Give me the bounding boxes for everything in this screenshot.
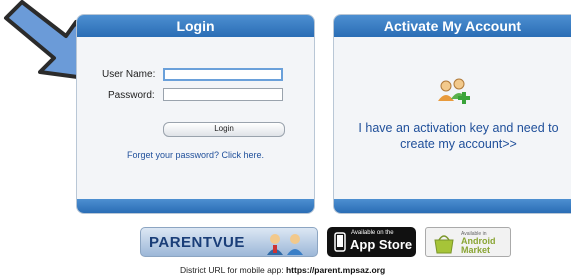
activate-account-link[interactable]: I have an activation key and need to cre…: [340, 120, 571, 152]
phone-icon: [334, 232, 346, 252]
parentvue-logo-text: PARENTVUE: [149, 234, 245, 251]
market-text: Market: [461, 245, 491, 255]
parentvue-badge[interactable]: PARENTVUE: [140, 227, 318, 257]
users-add-icon[interactable]: [437, 77, 471, 107]
parent-student-icon: [267, 234, 303, 255]
login-panel-footer: [77, 199, 314, 213]
username-label: User Name:: [102, 69, 156, 80]
login-panel: Login User Name: Password: Login Forget …: [76, 14, 315, 214]
app-badges: PARENTVUE Available on the App Store Ava…: [140, 227, 516, 259]
app-store-text: App Store: [350, 237, 413, 252]
app-store-badge[interactable]: Available on the App Store: [327, 227, 416, 257]
username-input[interactable]: [163, 68, 283, 81]
activate-panel-footer: [334, 199, 571, 213]
password-input[interactable]: [163, 88, 283, 101]
activate-panel-title: Activate My Account: [334, 15, 571, 37]
password-label: Password:: [108, 90, 155, 101]
android-market-text: Android Market: [461, 237, 496, 255]
app-store-small-text: Available on the: [351, 230, 394, 236]
login-panel-title: Login: [77, 15, 314, 37]
district-url: District URL for mobile app: https://par…: [180, 265, 385, 275]
district-url-value: https://parent.mpsaz.org: [285, 265, 386, 275]
forgot-password-link[interactable]: Forget your password? Click here.: [77, 150, 314, 160]
activate-panel: Activate My Account I have an activation…: [333, 14, 571, 214]
android-market-icon: [434, 235, 454, 254]
login-button[interactable]: Login: [163, 122, 285, 137]
android-market-badge[interactable]: Available in Android Market: [425, 227, 511, 257]
district-url-label: District URL for mobile app:: [180, 265, 284, 275]
